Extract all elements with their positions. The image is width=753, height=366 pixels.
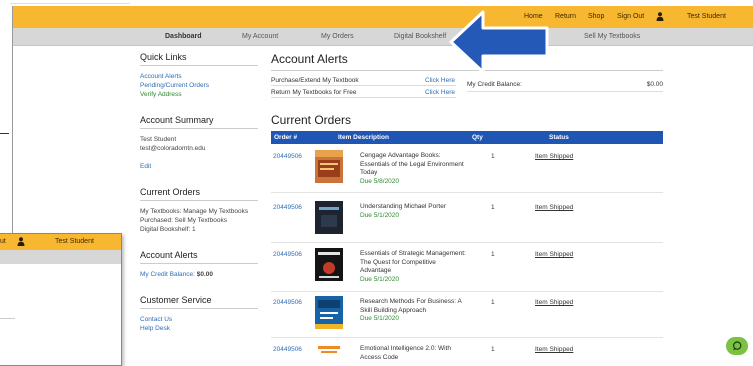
orders-table-header: Order # Item Description Qty Status [271,131,663,144]
help-desk-link[interactable]: Help Desk [140,324,258,333]
summary-name: Test Student [140,136,177,143]
nav-sell-my-textbooks[interactable]: Sell My Textbooks [584,33,640,40]
overlay-window: ut Test Student [0,233,122,366]
item-status-link[interactable]: Item Shipped [535,251,573,258]
credit-balance-value: $0.00 [646,81,663,88]
quick-link-account-alerts[interactable]: Account Alerts [140,72,258,81]
account-summary-title: Account Summary [140,115,258,129]
annotation-arrow-icon [449,10,549,74]
overlay-header-bar: ut Test Student [0,234,121,250]
overlay-user-name[interactable]: Test Student [55,238,94,245]
item-description: Essentials of Strategic Management: The … [360,250,466,284]
order-number-link[interactable]: 20449506 [273,251,302,258]
book-cover-image[interactable] [315,343,343,366]
quick-link-pending-orders[interactable]: Pending/Current Orders [140,81,258,90]
contact-us-link[interactable]: Contact Us [140,315,258,324]
item-title: Cengage Advantage Books: Essentials of t… [360,152,464,176]
side-credit-value: $0.00 [196,271,214,278]
customer-service-title: Customer Service [140,295,258,309]
nav-my-account[interactable]: My Account [242,33,278,40]
item-status-link[interactable]: Item Shipped [535,299,573,306]
item-status-link[interactable]: Item Shipped [535,153,573,160]
item-qty: 1 [491,299,495,306]
credit-balance-row: My Credit Balance: $0.00 [467,80,663,92]
overlay-divider [0,318,15,319]
order-number-link[interactable]: 20449506 [273,153,302,160]
nav-digital-bookshelf[interactable]: Digital Bookshelf [394,33,446,40]
main-nav: Dashboard My Account My Orders Digital B… [13,28,753,46]
book-cover-image[interactable] [315,150,343,183]
alert-label: Purchase/Extend My Textbook [271,77,359,84]
top-header-bar: Home Return Shop Sign Out Test Student [13,6,753,28]
col-order-number: Order # [274,134,298,141]
order-number-link[interactable]: 20449506 [273,299,302,306]
quick-links-title: Quick Links [140,52,258,66]
order-row: 20449506 Essentials of Strategic Managem… [271,246,663,292]
order-row: 20449506 Understanding Michael Porter Due… [271,199,663,243]
book-cover-image[interactable] [315,248,343,281]
current-orders-side-title: Current Orders [140,187,258,201]
chat-icon [732,341,742,351]
sign-out-link[interactable]: Sign Out [617,13,644,20]
chat-button[interactable] [726,337,748,355]
overlay-partial-link[interactable]: ut [0,238,6,245]
account-alerts-side-title: Account Alerts [140,250,258,264]
order-number-link[interactable]: 20449506 [273,346,302,353]
item-qty: 1 [491,204,495,211]
side-orders-line: Purchased: Sell My Textbooks [140,217,227,224]
order-row: 20449506 Cengage Advantage Books: Essent… [271,148,663,193]
background-dash [0,133,9,134]
side-orders-line: Digital Bookshelf: 1 [140,226,196,233]
book-cover-image[interactable] [315,296,343,329]
click-here-link[interactable]: Click Here [425,77,455,84]
nav-my-orders[interactable]: My Orders [321,33,354,40]
book-cover-image[interactable] [315,201,343,234]
side-orders-line: My Textbooks: Manage My Textbooks [140,208,249,215]
col-item-description: Item Description [338,134,389,141]
item-qty: 1 [491,346,495,353]
summary-email: test@coloradomtn.edu [140,145,206,152]
summary-edit-link[interactable]: Edit [140,162,258,171]
order-row: 20449506 Emotional Intelligence 2.0: Wit… [271,341,663,366]
item-status-link[interactable]: Item Shipped [535,346,573,353]
item-description: Research Methods For Business: A Skill B… [360,298,466,324]
user-name[interactable]: Test Student [687,13,726,20]
item-title: Emotional Intelligence 2.0: With Access … [360,345,452,361]
item-description: Cengage Advantage Books: Essentials of t… [360,152,466,186]
alert-row: Return My Textbooks for Free Click Here [271,86,456,98]
alert-row: Purchase/Extend My Textbook Click Here [271,74,456,86]
item-description: Emotional Intelligence 2.0: With Access … [360,345,466,365]
shop-link[interactable]: Shop [588,13,604,20]
due-date: Due 5/1/2020 [360,211,400,219]
order-row: 20449506 Research Methods For Business: … [271,294,663,338]
col-status: Status [549,134,569,141]
quick-link-verify-address[interactable]: Verify Address [140,90,258,99]
click-here-link[interactable]: Click Here [425,89,455,96]
item-status-link[interactable]: Item Shipped [535,204,573,211]
due-date: Due 5/1/2020 [360,275,400,283]
item-title: Essentials of Strategic Management: The … [360,250,466,274]
item-qty: 1 [491,251,495,258]
item-description: Understanding Michael Porter Due 5/1/2020 [360,203,466,220]
item-qty: 1 [491,153,495,160]
alert-label: Return My Textbooks for Free [271,89,357,96]
return-link[interactable]: Return [555,13,576,20]
item-title: Understanding Michael Porter [360,203,446,210]
col-qty: Qty [472,134,483,141]
user-icon [17,237,25,246]
item-title: Research Methods For Business: A Skill B… [360,298,462,314]
due-date: Due 5/8/2020 [360,177,400,185]
screenshot-stage: Home Return Shop Sign Out Test Student D… [0,0,753,366]
side-credit-balance: My Credit Balance: $0.00 [140,270,258,279]
order-number-link[interactable]: 20449506 [273,204,302,211]
side-credit-label[interactable]: My Credit Balance: [140,271,195,278]
credit-balance-label: My Credit Balance: [467,81,522,88]
current-orders-heading: Current Orders [271,113,663,132]
user-icon [656,12,664,21]
nav-dashboard[interactable]: Dashboard [165,33,202,40]
due-date: Due 5/1/2020 [360,315,400,322]
left-sidebar: Quick Links Account Alerts Pending/Curre… [140,52,258,349]
overlay-nav-bar [0,250,121,264]
